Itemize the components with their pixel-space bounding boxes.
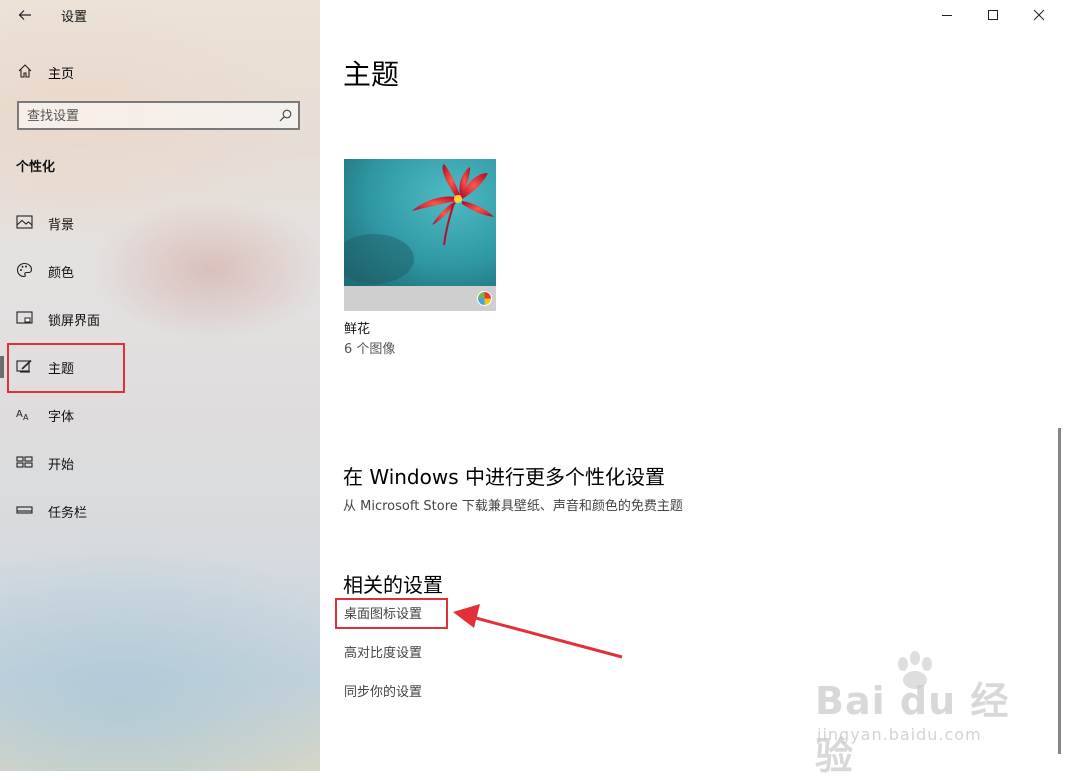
sidebar: 设置 主页 个性化 背景 颜色 锁屏界面 (0, 0, 320, 771)
theme-image-count: 6 个图像 (344, 342, 396, 357)
theme-preview-bar (344, 286, 496, 311)
sidebar-item-colors[interactable]: 颜色 (0, 252, 320, 288)
start-icon (16, 456, 33, 468)
sidebar-item-label: 任务栏 (48, 506, 88, 521)
svg-text:A: A (23, 413, 29, 422)
sidebar-item-start[interactable]: 开始 (0, 444, 320, 480)
watermark-url: jingyan.baidu.com (817, 725, 982, 744)
close-button[interactable] (1016, 0, 1062, 30)
watermark-brand: Bai du 经验 (815, 679, 1010, 778)
maximize-icon (988, 10, 998, 20)
theme-preview-image (344, 159, 496, 286)
more-personalization-heading: 在 Windows 中进行更多个性化设置 (343, 465, 665, 489)
sidebar-item-label: 颜色 (48, 266, 75, 281)
related-settings-heading: 相关的设置 (343, 573, 443, 597)
sidebar-item-label: 背景 (48, 218, 75, 233)
sidebar-item-label: 锁屏界面 (48, 314, 101, 329)
lockscreen-icon (16, 311, 33, 324)
sidebar-item-lockscreen[interactable]: 锁屏界面 (0, 300, 320, 336)
maximize-button[interactable] (970, 0, 1016, 30)
sidebar-item-label: 主页 (48, 67, 75, 82)
back-arrow-icon (18, 10, 31, 20)
baidu-watermark: Bai du 经验 jingyan.baidu.com (815, 650, 1015, 778)
microsoft-store-link[interactable]: 从 Microsoft Store 下载兼具壁纸、声音和颜色的免费主题 (343, 495, 683, 514)
sidebar-item-label: 开始 (48, 458, 75, 473)
sync-settings-link[interactable]: 同步你的设置 (344, 681, 422, 700)
scrollbar-thumb[interactable] (1058, 428, 1061, 754)
annotation-arrow-icon (453, 604, 623, 659)
theme-card-flowers[interactable] (344, 159, 496, 311)
color-wheel-icon (477, 291, 492, 306)
app-title: 设置 (61, 10, 88, 25)
palette-icon (16, 262, 33, 278)
highlight-box-themes (7, 343, 125, 393)
search-box[interactable] (17, 101, 300, 130)
section-header: 个性化 (16, 160, 56, 175)
sidebar-item-background[interactable]: 背景 (0, 204, 320, 240)
home-icon (18, 64, 32, 78)
sidebar-item-label: 字体 (48, 410, 75, 425)
search-icon[interactable] (279, 109, 292, 122)
taskbar-icon (16, 506, 33, 514)
theme-name: 鲜花 (344, 322, 371, 337)
minimize-icon (942, 15, 952, 16)
sidebar-item-home[interactable]: 主页 (0, 57, 320, 85)
search-input[interactable] (27, 107, 267, 125)
close-icon (1033, 9, 1045, 21)
minimize-button[interactable] (924, 0, 970, 30)
picture-icon (16, 215, 33, 229)
sidebar-item-taskbar[interactable]: 任务栏 (0, 492, 320, 528)
font-icon: A A (16, 409, 29, 422)
paw-logo-icon (898, 651, 932, 689)
selection-marker (0, 356, 4, 378)
highlight-box-desktop-icons (335, 598, 448, 629)
back-button[interactable] (10, 3, 40, 27)
high-contrast-settings-link[interactable]: 高对比度设置 (344, 642, 422, 661)
svg-text:A: A (16, 409, 23, 420)
page-title: 主题 (343, 58, 400, 91)
sidebar-item-fonts[interactable]: A A 字体 (0, 396, 320, 432)
